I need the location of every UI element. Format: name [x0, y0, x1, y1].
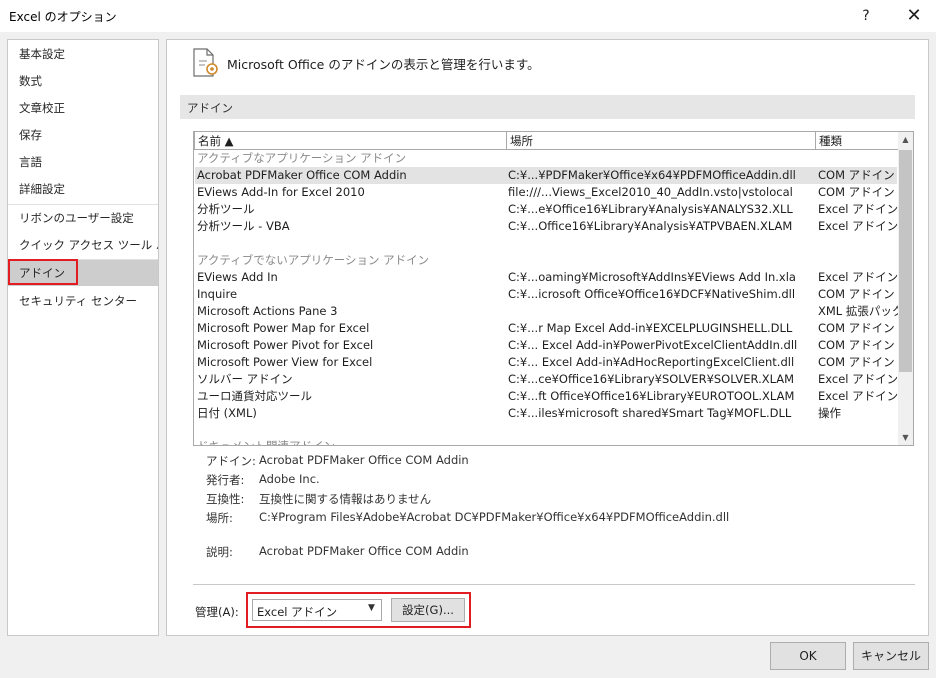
close-button[interactable]: ✕ [900, 4, 928, 28]
close-icon: ✕ [906, 5, 922, 26]
nav-item-quick-access-toolbar[interactable]: クイック アクセス ツール バー [8, 232, 158, 258]
detail-desc-value: Acrobat PDFMaker Office COM Addin [259, 544, 469, 558]
table-row[interactable]: Microsoft Actions Pane 3 XML 拡張パック [195, 303, 903, 320]
scroll-up-icon[interactable]: ▲ [898, 132, 913, 147]
nav-item-trust-center[interactable]: セキュリティ センター [8, 288, 158, 314]
detail-addin-value: Acrobat PDFMaker Office COM Addin [259, 453, 469, 467]
detail-compat-label: 互換性: [206, 492, 245, 506]
manage-label: 管理(A): [195, 605, 239, 619]
section-header [180, 95, 915, 119]
nav-item-language[interactable]: 言語 [8, 149, 158, 175]
table-row[interactable]: ユーロ通貨対応ツール C:¥...ft Office¥Office16¥Libra… [195, 388, 898, 405]
nav-item-proofing[interactable]: 文章校正 [8, 95, 158, 121]
detail-location-label: 場所: [206, 511, 233, 525]
nav-item-formulas[interactable]: 数式 [8, 68, 158, 94]
detail-location-value: C:¥Program Files¥Adobe¥Acrobat DC¥PDFMak… [259, 510, 730, 524]
detail-desc-label: 説明: [206, 545, 233, 559]
detail-compat-value: 互換性に関する情報はありません [259, 492, 432, 506]
scroll-down-icon[interactable]: ▼ [898, 430, 913, 445]
scroll-thumb[interactable] [899, 150, 912, 372]
divider [193, 584, 915, 585]
nav-item-basic[interactable]: 基本設定 [8, 41, 158, 67]
nav-highlight-box [8, 259, 78, 285]
group-header-inactive: アクティブでないアプリケーション アドイン [197, 253, 430, 267]
ok-button[interactable]: OK [770, 642, 846, 670]
table-row[interactable]: 分析ツール - VBA C:¥...Office16¥Library¥Analys… [195, 218, 898, 235]
manage-highlight-box [246, 592, 471, 628]
group-header-document: ドキュメント関連アドイン [197, 439, 335, 446]
table-row[interactable]: Acrobat PDFMaker Office COM Addin C:¥...¥… [195, 167, 897, 184]
section-title: アドイン [187, 101, 233, 115]
table-row[interactable]: Microsoft Power Map for Excel C:¥...r Map… [195, 320, 897, 337]
sidebar-nav: 基本設定 数式 文章校正 保存 言語 詳細設定 リボンのユーザー設定 クイック … [7, 39, 159, 636]
cancel-button[interactable]: キャンセル [853, 642, 929, 670]
table-row[interactable]: 日付 (XML) C:¥...iles¥microsoft shared¥Smar… [195, 405, 897, 422]
table-row[interactable]: EViews Add-In for Excel 2010 file:///...V… [195, 184, 897, 201]
page-description: Microsoft Office のアドインの表示と管理を行います。 [227, 57, 540, 72]
nav-item-customize-ribbon[interactable]: リボンのユーザー設定 [8, 205, 158, 231]
detail-addin-label: アドイン: [206, 454, 256, 468]
help-button[interactable]: ? [852, 4, 880, 28]
column-header-location[interactable]: 場所 [506, 132, 816, 150]
nav-item-save[interactable]: 保存 [8, 122, 158, 148]
table-row[interactable]: Microsoft Power Pivot for Excel C:¥... Ex… [195, 337, 897, 354]
detail-publisher-label: 発行者: [206, 473, 245, 487]
addins-list[interactable]: 名前 ▲ 場所 種類 アクティブなアプリケーション アドイン Acrobat P… [193, 131, 914, 446]
nav-item-advanced[interactable]: 詳細設定 [8, 176, 158, 202]
column-header-name[interactable]: 名前 ▲ [194, 132, 507, 150]
column-header-type[interactable]: 種類 [815, 132, 899, 150]
table-row[interactable]: EViews Add In C:¥...oaming¥Microsoft¥AddI… [195, 269, 898, 286]
addins-icon [193, 48, 218, 77]
window-title: Excel のオプション [9, 10, 117, 24]
table-row[interactable]: ソルバー アドイン C:¥...ce¥Office16¥Library¥SOLVE… [195, 371, 898, 388]
table-row[interactable]: Microsoft Power View for Excel C:¥... Exc… [195, 354, 897, 371]
detail-publisher-value: Adobe Inc. [259, 472, 320, 486]
group-header-active: アクティブなアプリケーション アドイン [197, 151, 407, 165]
table-row[interactable]: 分析ツール C:¥...e¥Office16¥Library¥Analysis¥A… [195, 201, 898, 218]
title-bar [0, 0, 936, 32]
table-row[interactable]: Inquire C:¥...icrosoft Office¥Office16¥DC… [195, 286, 897, 303]
